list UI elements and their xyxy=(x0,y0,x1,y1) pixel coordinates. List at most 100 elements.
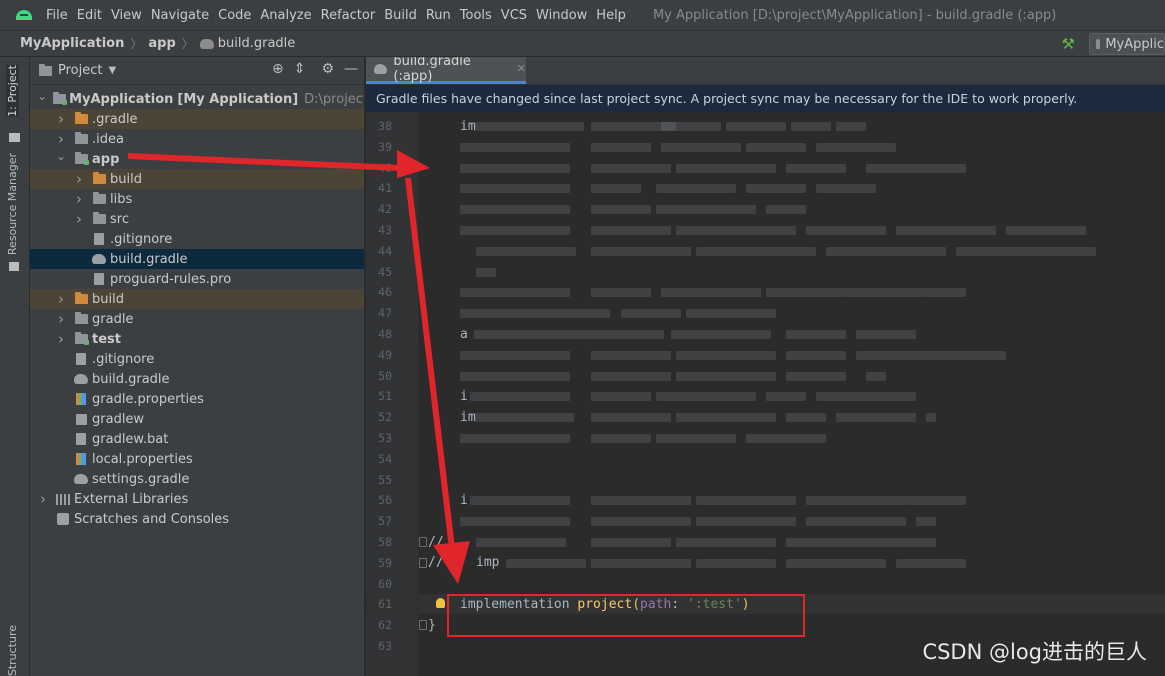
blurred-code-block xyxy=(676,413,776,423)
tree-item[interactable]: › build xyxy=(30,289,364,309)
tree-item[interactable]: .gitignore xyxy=(30,349,364,369)
blurred-code-block xyxy=(746,184,806,194)
code-line: 39 xyxy=(366,137,1165,157)
tree-item[interactable]: gradle.properties xyxy=(30,389,364,409)
tree-item[interactable]: › src xyxy=(30,209,364,229)
gradle-file-icon xyxy=(73,474,89,484)
tree-item-label: app xyxy=(92,151,120,167)
tree-item[interactable]: › External Libraries xyxy=(30,489,364,509)
code-text: a xyxy=(460,326,468,342)
chevron-right-icon[interactable]: › xyxy=(55,130,67,148)
menu-item-code[interactable]: Code xyxy=(218,8,251,23)
tree-item[interactable]: › build xyxy=(30,169,364,189)
code-line: 59 // imp xyxy=(366,553,1165,573)
tree-item[interactable]: › .idea xyxy=(30,129,364,149)
chevron-down-icon[interactable]: ⌄ xyxy=(37,89,47,103)
tree-item[interactable]: gradlew.bat xyxy=(30,429,364,449)
blurred-code-block xyxy=(856,350,1006,360)
line-number: 63 xyxy=(378,639,392,653)
chevron-right-icon[interactable]: › xyxy=(73,170,85,188)
make-project-hammer-icon[interactable]: ⚒ xyxy=(1062,35,1075,53)
tree-item[interactable]: proguard-rules.pro xyxy=(30,269,364,289)
tree-item[interactable]: › .gradle xyxy=(30,109,364,129)
chevron-right-icon[interactable]: › xyxy=(55,310,67,328)
menu-item-view[interactable]: View xyxy=(111,8,142,23)
resource-manager-tab[interactable]: Resource Manager xyxy=(6,153,19,255)
fold-marker-icon[interactable] xyxy=(419,557,427,568)
tree-item-label: build.gradle xyxy=(92,371,170,387)
tree-item[interactable]: ⌄ app xyxy=(30,149,364,169)
blurred-code-block xyxy=(476,538,566,547)
csdn-watermark: CSDN @log进击的巨人 xyxy=(922,640,1147,664)
run-configuration-select[interactable]: MyApplic xyxy=(1089,33,1165,55)
tree-item[interactable]: gradlew xyxy=(30,409,364,429)
blurred-code-block xyxy=(476,267,496,277)
resource-tool-icon xyxy=(9,262,19,271)
tree-item[interactable]: › gradle xyxy=(30,309,364,329)
tree-item[interactable]: build.gradle xyxy=(30,369,364,389)
fold-marker-icon[interactable] xyxy=(419,620,427,631)
blurred-code-block xyxy=(656,205,756,215)
android-config-icon xyxy=(1096,39,1101,49)
menu-item-window[interactable]: Window xyxy=(536,8,587,23)
chevron-down-icon[interactable]: ⌄ xyxy=(55,149,67,163)
tree-item[interactable]: › libs xyxy=(30,189,364,209)
breadcrumb-file[interactable]: build.gradle xyxy=(218,36,296,51)
tree-item-label: test xyxy=(92,331,121,347)
menu-item-refactor[interactable]: Refactor xyxy=(321,8,376,23)
menu-item-file[interactable]: File xyxy=(46,8,68,23)
code-editor[interactable]: 38 im 39 40 41 42 43 44 45 46 47 48 a 49 50 51 i 52 im 53 54… xyxy=(366,112,1165,676)
menu-item-help[interactable]: Help xyxy=(596,8,626,23)
project-view-select[interactable]: Project xyxy=(58,63,102,78)
tree-item[interactable]: Scratches and Consoles xyxy=(30,509,364,529)
tree-item[interactable]: ⌄ MyApplication[My Application] D:\project… xyxy=(30,89,364,109)
blurred-code-block xyxy=(886,538,936,547)
menu-item-tools[interactable]: Tools xyxy=(460,8,492,23)
intention-bulb-icon[interactable] xyxy=(436,598,445,609)
structure-tool-tab[interactable]: Structure xyxy=(6,625,19,676)
menu-item-analyze[interactable]: Analyze xyxy=(260,8,311,23)
code-line: 41 xyxy=(366,178,1165,198)
chevron-right-icon[interactable]: › xyxy=(73,210,85,228)
menu-item-build[interactable]: Build xyxy=(384,8,417,23)
blurred-code-block xyxy=(591,226,671,235)
project-tool-tab[interactable]: 1: Project xyxy=(6,65,19,117)
run-configuration-label: MyApplic xyxy=(1105,36,1164,52)
tree-item[interactable]: › test xyxy=(30,329,364,349)
blurred-code-block xyxy=(956,246,1096,256)
library-icon xyxy=(55,493,71,505)
chevron-down-icon[interactable]: ▼ xyxy=(108,65,116,76)
collapse-all-icon[interactable]: ⇕ xyxy=(294,61,306,77)
chevron-right-icon[interactable]: › xyxy=(55,290,67,308)
chevron-right-icon[interactable]: › xyxy=(55,110,67,128)
blurred-code-block xyxy=(470,392,570,402)
minimize-icon[interactable]: — xyxy=(344,61,358,77)
chevron-right-icon[interactable]: › xyxy=(55,330,67,348)
tree-item[interactable]: local.properties xyxy=(30,449,364,469)
tree-item[interactable]: build.gradle xyxy=(30,249,364,269)
fold-marker-icon[interactable] xyxy=(419,537,427,547)
scratch-icon xyxy=(55,513,71,525)
chevron-right-icon[interactable]: › xyxy=(37,490,49,508)
breadcrumb-project[interactable]: MyApplication xyxy=(20,36,124,51)
locate-file-icon[interactable]: ⊕ xyxy=(272,61,284,77)
line-number: 40 xyxy=(378,160,392,175)
tree-item[interactable]: .gitignore xyxy=(30,229,364,249)
gradle-file-icon xyxy=(73,374,89,384)
editor-tab-build-gradle[interactable]: build.gradle (:app) ✕ xyxy=(366,57,526,84)
menu-item-vcs[interactable]: VCS xyxy=(501,8,527,23)
chevron-right-icon[interactable]: › xyxy=(73,190,85,208)
tree-item-label: src xyxy=(110,211,129,227)
blurred-code-block xyxy=(506,558,586,568)
blurred-code-block xyxy=(786,558,886,568)
gear-icon[interactable]: ⚙ xyxy=(321,61,334,77)
close-icon[interactable]: ✕ xyxy=(517,62,526,75)
module-folder-icon xyxy=(53,92,68,105)
menu-item-run[interactable]: Run xyxy=(426,8,451,23)
breadcrumb-module[interactable]: app xyxy=(148,36,175,51)
menu-item-navigate[interactable]: Navigate xyxy=(151,8,209,23)
menu-item-edit[interactable]: Edit xyxy=(77,8,102,23)
tree-item[interactable]: settings.gradle xyxy=(30,469,364,489)
tree-item-label: build xyxy=(110,171,142,187)
blurred-code-block xyxy=(686,309,776,319)
